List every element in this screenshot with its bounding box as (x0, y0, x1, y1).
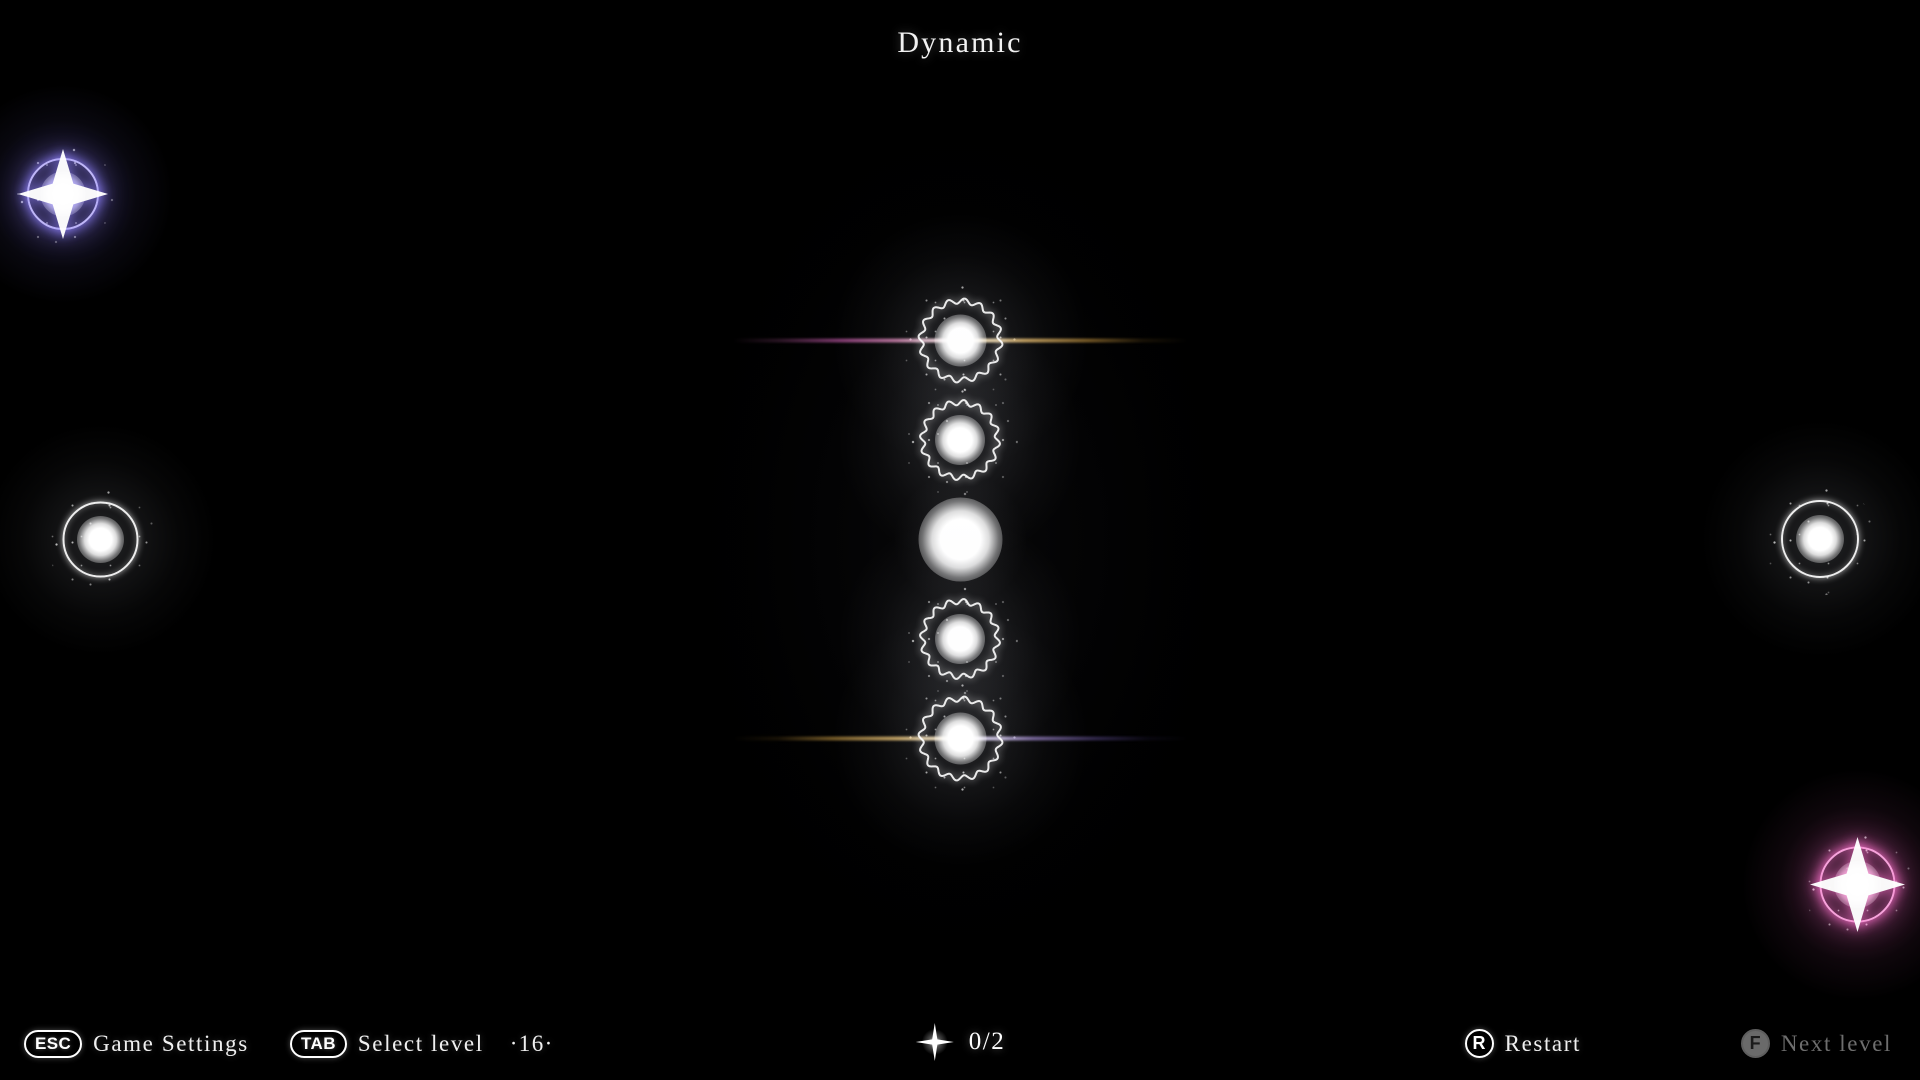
orb-halo (1703, 422, 1920, 656)
orb-starfield (45, 484, 155, 594)
orb-halo (840, 519, 1080, 759)
score-counter: 0/2 (915, 1022, 1005, 1062)
orb-core (40, 171, 86, 217)
orb-starfield (1763, 482, 1877, 596)
violet-star-orb (0, 43, 214, 345)
orb-halo (0, 425, 214, 653)
scalloped-orb (792, 471, 1128, 807)
orb-starfield (902, 382, 1018, 498)
orb-core (934, 314, 986, 366)
four-point-star-icon (915, 1022, 955, 1062)
restart-label: Restart (1504, 1030, 1581, 1056)
r-key-badge[interactable]: R (1464, 1029, 1494, 1058)
scalloped-orb (733, 562, 1187, 915)
orb-core (76, 515, 124, 563)
orb-starfield (899, 677, 1021, 799)
next-level-label: Next level (1780, 1030, 1892, 1056)
game-settings-label: Game Settings (93, 1031, 249, 1056)
orb-scalloped-ring (917, 297, 1003, 383)
orb-ring (1819, 846, 1895, 922)
next-level-control[interactable]: F Next level (1740, 1029, 1892, 1058)
f-key-badge[interactable]: F (1740, 1029, 1770, 1058)
orb-core (1833, 860, 1881, 908)
orb-core (935, 614, 985, 664)
orb-halo (840, 320, 1080, 560)
orb-halo (834, 612, 1086, 864)
level-number: ·16· (509, 1031, 554, 1056)
restart-control[interactable]: R Restart (1464, 1029, 1581, 1058)
game-viewport: Dynamic ESC Game Settings TAB Select lev… (0, 0, 1920, 1080)
tab-key-badge[interactable]: TAB (290, 1030, 347, 1058)
magenta-star-orb (1698, 725, 1920, 1044)
orb-starfield (11, 142, 115, 246)
orb-scalloped-ring (917, 695, 1003, 781)
orb-halo (834, 214, 1086, 466)
white-ring-orb (0, 380, 260, 699)
ambient-glow (700, 130, 1220, 950)
orb-starfield (899, 279, 1021, 401)
game-settings-control[interactable]: ESC Game Settings (24, 1030, 249, 1058)
orb-sparkle-star-icon (1809, 836, 1905, 932)
level-title: Dynamic (897, 26, 1023, 59)
orb-halo (894, 473, 1026, 605)
orb-scalloped-ring (919, 598, 1001, 680)
white-ring-orb (1656, 375, 1920, 703)
orb-core (918, 497, 1002, 581)
orb-ring (1781, 500, 1859, 578)
orb-ring (62, 501, 138, 577)
lens-flare-streak (733, 338, 1187, 342)
orb-halo (0, 86, 171, 302)
select-level-label: Select level (357, 1031, 484, 1056)
plain-glow-orb (868, 447, 1053, 632)
score-value: 0/2 (968, 1028, 1006, 1055)
scalloped-orb (733, 164, 1187, 517)
orb-starfield (1802, 829, 1912, 939)
select-level-control[interactable]: TAB Select level ·16· (290, 1030, 554, 1058)
orb-starfield (902, 581, 1018, 697)
orb-halo (1743, 770, 1920, 998)
orb-scalloped-ring (919, 399, 1001, 481)
orb-core (935, 415, 985, 465)
scalloped-orb (792, 272, 1128, 608)
hud-bar: ESC Game Settings TAB Select level ·16· (0, 998, 1920, 1080)
orb-sparkle-star-icon (18, 149, 108, 239)
orb-ring (27, 158, 99, 230)
lens-flare-streak (733, 736, 1187, 740)
orb-core (1796, 515, 1844, 563)
esc-key-badge[interactable]: ESC (24, 1030, 83, 1058)
orb-core (934, 712, 986, 764)
